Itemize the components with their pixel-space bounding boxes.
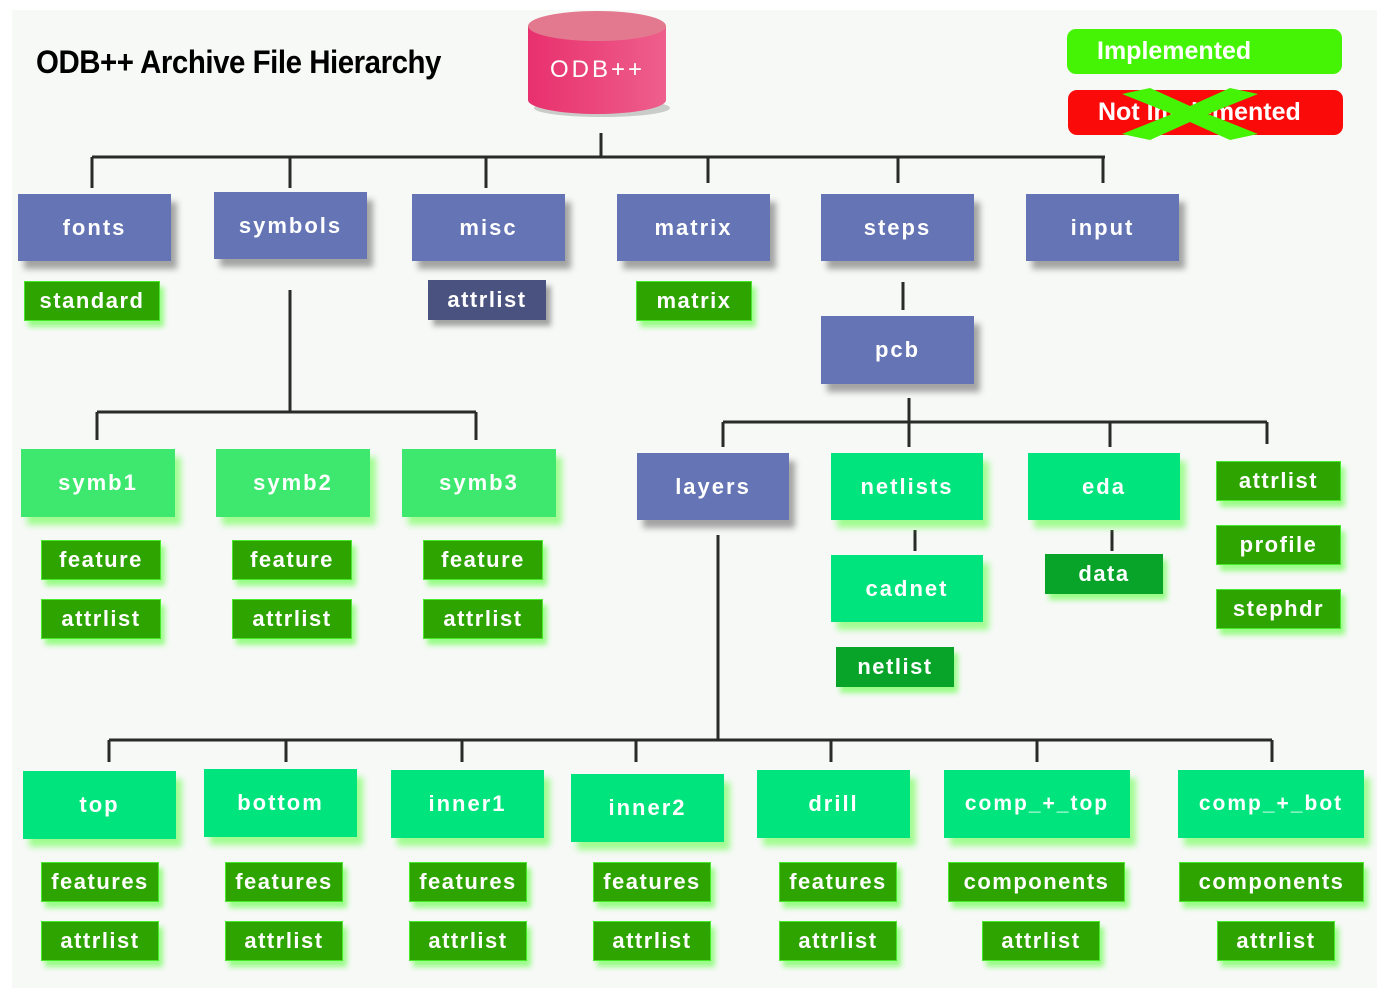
file-symb2-feature[interactable]: feature	[232, 540, 352, 580]
legend-implemented-label: Implemented	[1097, 37, 1252, 65]
file-inner1-features[interactable]: features	[409, 862, 527, 902]
file-comp-bot-components[interactable]: components	[1179, 862, 1364, 902]
file-inner2-attrlist[interactable]: attrlist	[593, 921, 711, 961]
folder-symb3[interactable]: symb3	[402, 449, 556, 517]
file-top-attrlist[interactable]: attrlist	[41, 921, 159, 961]
folder-layer-inner2[interactable]: inner2	[571, 774, 724, 842]
file-cadnet-netlist[interactable]: netlist	[836, 647, 954, 687]
file-symb2-attrlist[interactable]: attrlist	[232, 599, 352, 639]
folder-layer-inner1[interactable]: inner1	[391, 770, 544, 838]
file-comp-top-attrlist[interactable]: attrlist	[982, 921, 1100, 961]
folder-layer-bottom[interactable]: bottom	[204, 769, 357, 837]
file-comp-top-components[interactable]: components	[948, 862, 1125, 902]
folder-layer-comp-bot[interactable]: comp_+_bot	[1178, 770, 1364, 838]
folder-symb1[interactable]: symb1	[21, 449, 175, 517]
file-eda-data[interactable]: data	[1045, 554, 1163, 594]
folder-eda[interactable]: eda	[1028, 453, 1180, 520]
file-bottom-attrlist[interactable]: attrlist	[225, 921, 343, 961]
file-bottom-features[interactable]: features	[225, 862, 343, 902]
root-label: ODB++	[549, 56, 646, 83]
folder-symbols[interactable]: symbols	[214, 192, 367, 259]
file-pcb-profile[interactable]: profile	[1216, 525, 1341, 565]
folder-netlists[interactable]: netlists	[831, 453, 983, 520]
folder-layer-top[interactable]: top	[23, 771, 176, 839]
folder-layer-comp-top[interactable]: comp_+_top	[944, 770, 1130, 838]
page-title: ODB++ Archive File Hierarchy	[36, 44, 441, 80]
folder-symb2[interactable]: symb2	[216, 449, 370, 517]
file-drill-features[interactable]: features	[779, 862, 897, 902]
legend-not-implemented: Not Implemented	[1068, 90, 1343, 135]
file-matrix-matrix[interactable]: matrix	[636, 281, 752, 321]
folder-layer-drill[interactable]: drill	[757, 770, 910, 838]
folder-layers[interactable]: layers	[637, 453, 789, 520]
file-drill-attrlist[interactable]: attrlist	[779, 921, 897, 961]
file-top-features[interactable]: features	[41, 862, 159, 902]
file-inner1-attrlist[interactable]: attrlist	[409, 921, 527, 961]
file-fonts-standard[interactable]: standard	[24, 281, 160, 321]
folder-pcb[interactable]: pcb	[821, 316, 974, 384]
file-comp-bot-attrlist[interactable]: attrlist	[1217, 921, 1335, 961]
folder-fonts[interactable]: fonts	[18, 194, 171, 261]
folder-cadnet[interactable]: cadnet	[831, 555, 983, 622]
file-symb3-feature[interactable]: feature	[423, 540, 543, 580]
file-pcb-stephdr[interactable]: stephdr	[1216, 589, 1341, 629]
legend-implemented: Implemented	[1067, 29, 1342, 74]
folder-input[interactable]: input	[1026, 194, 1179, 261]
file-inner2-features[interactable]: features	[593, 862, 711, 902]
folder-steps[interactable]: steps	[821, 194, 974, 261]
folder-matrix[interactable]: matrix	[617, 194, 770, 261]
folder-misc[interactable]: misc	[412, 194, 565, 261]
file-symb1-attrlist[interactable]: attrlist	[41, 599, 161, 639]
file-symb3-attrlist[interactable]: attrlist	[423, 599, 543, 639]
legend-not-implemented-label: Not Implemented	[1098, 98, 1301, 126]
file-pcb-attrlist[interactable]: attrlist	[1216, 461, 1341, 501]
file-misc-attrlist[interactable]: attrlist	[428, 280, 546, 320]
file-symb1-feature[interactable]: feature	[41, 540, 161, 580]
